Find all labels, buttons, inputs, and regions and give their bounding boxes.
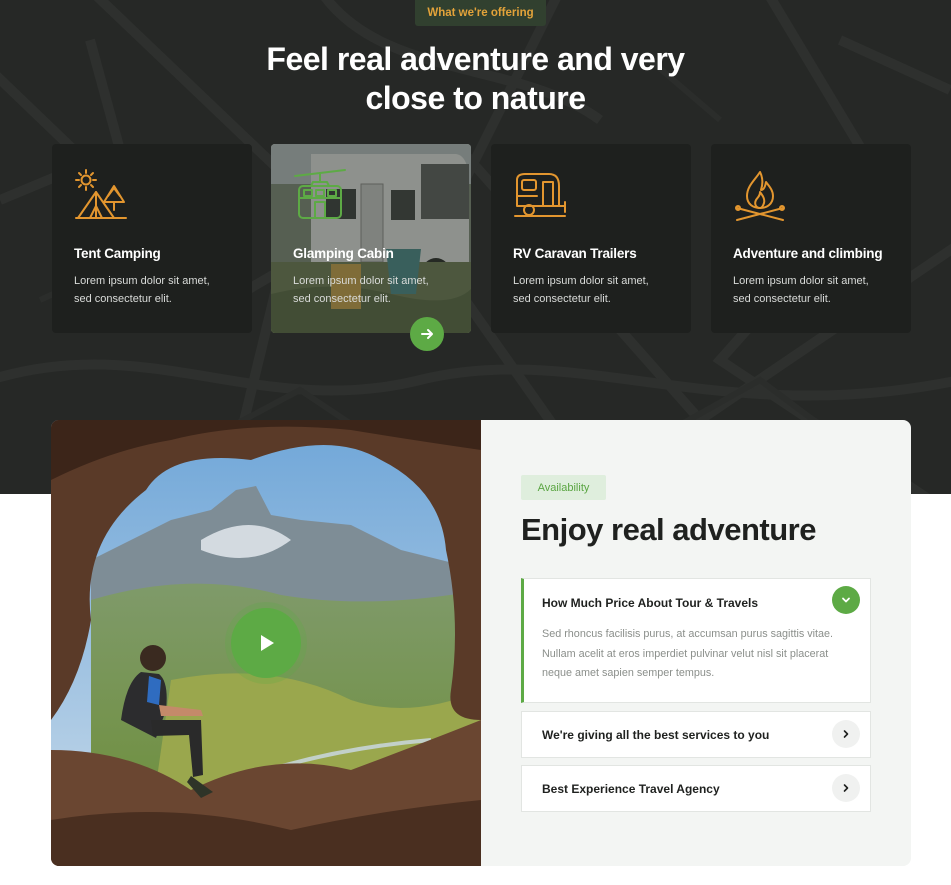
cable-car-icon xyxy=(294,169,346,219)
arrow-right-icon xyxy=(421,329,433,339)
accordion-answer-line1: Sed rhoncus facilisis purus, at accumsan… xyxy=(542,628,834,640)
accordion-answer-line3: neque amet sapien semper tempus. xyxy=(542,667,715,679)
accordion-question: How Much Price About Tour & Travels xyxy=(542,596,759,610)
card-title: Glamping Cabin xyxy=(293,246,394,261)
accordion-toggle[interactable] xyxy=(832,586,860,614)
service-card-adventure-climbing[interactable]: Adventure and climbing Lorem ipsum dolor… xyxy=(711,144,911,333)
card-text: Lorem ipsum dolor sit amet, sed consecte… xyxy=(733,272,903,308)
card-text-line1: Lorem ipsum dolor sit amet, xyxy=(74,275,210,287)
play-video-button[interactable] xyxy=(231,608,301,678)
accordion-answer: Sed rhoncus facilisis purus, at accumsan… xyxy=(542,625,852,684)
chevron-right-icon xyxy=(843,730,849,738)
section-title-line1: Feel real adventure and very xyxy=(266,41,685,77)
adventure-video-thumbnail[interactable] xyxy=(51,420,481,866)
availability-badge: Availability xyxy=(521,475,606,500)
card-text: Lorem ipsum dolor sit amet, sed consecte… xyxy=(513,272,683,308)
campfire-icon xyxy=(735,171,785,221)
card-text-line2: sed consectetur elit. xyxy=(513,293,611,305)
card-text-line2: sed consectetur elit. xyxy=(293,293,391,305)
card-title: Tent Camping xyxy=(74,246,161,261)
accordion-answer-line2: Nullam acelit at eros imperdiet pulvinar… xyxy=(542,647,829,660)
card-text-line1: Lorem ipsum dolor sit amet, xyxy=(733,275,869,287)
card-text-line1: Lorem ipsum dolor sit amet, xyxy=(293,275,429,287)
feature-title: Enjoy real adventure xyxy=(521,512,816,547)
card-title: Adventure and climbing xyxy=(733,246,883,261)
service-card-glamping-cabin[interactable]: Glamping Cabin Lorem ipsum dolor sit ame… xyxy=(271,144,471,333)
play-icon xyxy=(261,635,274,651)
card-text-line1: Lorem ipsum dolor sit amet, xyxy=(513,275,649,287)
card-arrow-button[interactable] xyxy=(410,317,444,351)
card-text: Lorem ipsum dolor sit amet, sed consecte… xyxy=(293,272,463,308)
accordion-item-experience[interactable]: Best Experience Travel Agency xyxy=(521,765,871,812)
card-title: RV Caravan Trailers xyxy=(513,246,637,261)
chevron-right-icon xyxy=(843,784,849,792)
section-title: Feel real adventure and very close to na… xyxy=(200,40,751,118)
section-eyebrow: What we're offering xyxy=(415,0,546,26)
accordion-item-services[interactable]: We're giving all the best services to yo… xyxy=(521,711,871,758)
chevron-down-icon xyxy=(842,597,850,603)
tent-camping-icon xyxy=(75,169,127,219)
service-card-rv-caravan[interactable]: RV Caravan Trailers Lorem ipsum dolor si… xyxy=(491,144,691,333)
accordion-item-price[interactable]: How Much Price About Tour & Travels Sed … xyxy=(521,578,871,703)
card-text-line2: sed consectetur elit. xyxy=(733,293,831,305)
accordion-toggle[interactable] xyxy=(832,720,860,748)
caravan-icon xyxy=(514,173,566,217)
availability-section: Availability Enjoy real adventure How Mu… xyxy=(51,420,911,866)
accordion-toggle[interactable] xyxy=(832,774,860,802)
service-card-tent-camping[interactable]: Tent Camping Lorem ipsum dolor sit amet,… xyxy=(52,144,252,333)
section-title-line2: close to nature xyxy=(365,80,586,116)
accordion-question: Best Experience Travel Agency xyxy=(542,782,720,796)
card-text: Lorem ipsum dolor sit amet, sed consecte… xyxy=(74,272,244,308)
card-text-line2: sed consectetur elit. xyxy=(74,293,172,305)
accordion-question: We're giving all the best services to yo… xyxy=(542,728,770,742)
